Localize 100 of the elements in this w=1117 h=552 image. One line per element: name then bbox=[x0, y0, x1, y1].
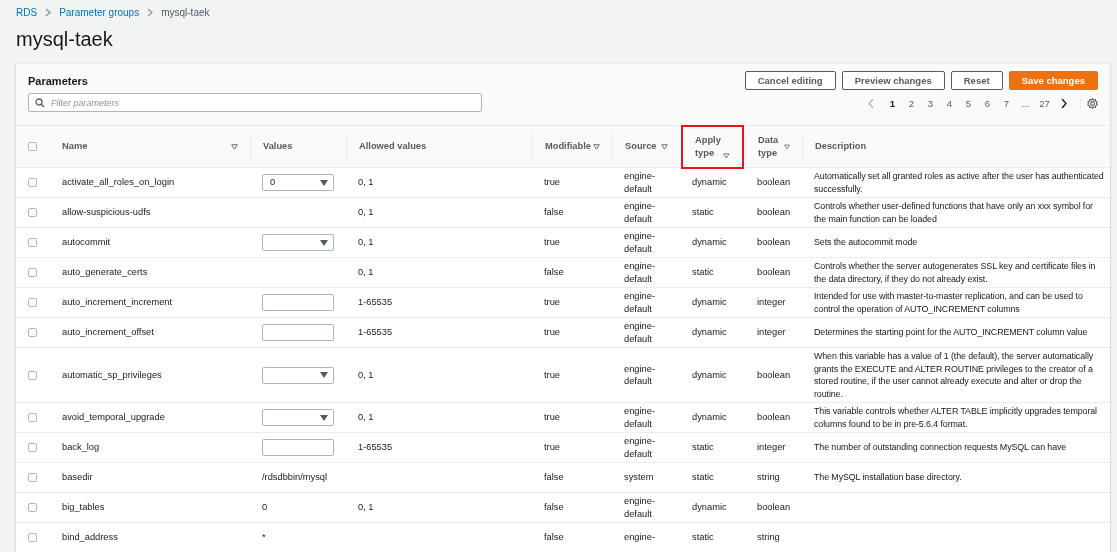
column-header: Allowed values bbox=[346, 131, 532, 162]
row-checkbox[interactable] bbox=[28, 503, 37, 512]
value-dropdown[interactable] bbox=[262, 366, 334, 384]
parameter-value: * bbox=[262, 531, 266, 544]
source-value: engine-default bbox=[624, 435, 656, 460]
parameter-description: Sets the autocommit mode bbox=[814, 236, 918, 249]
parameter-description: Controls whether the server autogenerates SSL key and certificate files in the data directory, if they do not already exist. bbox=[814, 260, 1097, 285]
chevron-left-icon[interactable] bbox=[867, 98, 875, 109]
apply-type: static bbox=[692, 471, 714, 484]
parameter-name: big_tables bbox=[62, 501, 105, 514]
row-checkbox[interactable] bbox=[28, 208, 37, 217]
page-number[interactable]: 27 bbox=[1035, 98, 1054, 109]
sort-icon[interactable] bbox=[661, 143, 668, 150]
data-type: integer bbox=[757, 441, 786, 454]
row-checkbox[interactable] bbox=[28, 370, 37, 380]
action-button[interactable]: Cancel editing bbox=[744, 71, 836, 90]
action-button[interactable]: Reset bbox=[950, 71, 1003, 90]
parameter-description: The MySQL installation base directory. bbox=[814, 471, 962, 484]
data-type: integer bbox=[757, 326, 786, 339]
modifiable-value: false bbox=[544, 206, 564, 219]
value-dropdown[interactable] bbox=[262, 234, 334, 251]
modifiable-value: true bbox=[544, 236, 561, 249]
search-icon bbox=[35, 97, 45, 108]
modifiable-value: false bbox=[544, 531, 564, 544]
sort-icon[interactable] bbox=[783, 143, 790, 150]
row-checkbox[interactable] bbox=[28, 298, 37, 307]
settings-icon[interactable] bbox=[1087, 98, 1098, 109]
page-number[interactable]: 7 bbox=[997, 98, 1016, 109]
value-dropdown[interactable] bbox=[262, 409, 334, 426]
page-number[interactable]: ... bbox=[1016, 98, 1035, 109]
column-header: Description bbox=[802, 131, 1110, 162]
apply-type: static bbox=[692, 531, 714, 544]
data-type: integer bbox=[757, 296, 786, 309]
modifiable-value: true bbox=[544, 326, 561, 339]
row-checkbox[interactable] bbox=[28, 268, 37, 277]
page-number[interactable]: 4 bbox=[940, 98, 959, 109]
row-checkbox[interactable] bbox=[28, 238, 37, 247]
allowed-values: 0, 1 bbox=[358, 501, 374, 514]
data-type: boolean bbox=[757, 368, 791, 382]
parameter-value: 0 bbox=[262, 501, 268, 514]
parameter-description: Automatically set all granted roles as active after the user has authenticated successfully. bbox=[814, 170, 1105, 195]
sort-icon[interactable] bbox=[723, 152, 730, 159]
parameter-description: Controls whether user-defined functions that have only an xxx symbol for the main function can be loaded bbox=[814, 200, 1094, 225]
parameter-description: The number of outstanding connection requests MySQL can have bbox=[814, 441, 1067, 454]
parameter-name: basedir bbox=[62, 471, 93, 484]
page-number[interactable]: 5 bbox=[959, 98, 978, 109]
apply-type: dynamic bbox=[692, 176, 727, 189]
apply-type: dynamic bbox=[692, 501, 727, 514]
allowed-values: 1-65535 bbox=[358, 441, 393, 454]
apply-type: dynamic bbox=[692, 411, 727, 424]
page-number[interactable]: 6 bbox=[978, 98, 997, 109]
modifiable-value: true bbox=[544, 411, 561, 424]
page-title: mysql-taek bbox=[16, 27, 114, 52]
sort-icon[interactable] bbox=[593, 143, 600, 150]
parameter-value: /rdsdbbin/mysql bbox=[262, 471, 328, 484]
page-number[interactable]: 2 bbox=[902, 98, 921, 109]
parameter-name: autocommit bbox=[62, 236, 111, 249]
row-checkbox[interactable] bbox=[28, 443, 37, 452]
parameter-name: back_log bbox=[62, 441, 100, 454]
breadcrumb-link[interactable]: RDS bbox=[16, 6, 38, 18]
page-number[interactable]: 3 bbox=[921, 98, 940, 109]
value-input[interactable] bbox=[262, 324, 334, 341]
value-dropdown[interactable]: 0 bbox=[262, 174, 334, 191]
modifiable-value: false bbox=[544, 471, 564, 484]
parameter-name: bind_address bbox=[62, 531, 118, 544]
modifiable-value: true bbox=[544, 176, 561, 189]
row-checkbox[interactable] bbox=[28, 413, 37, 422]
row-checkbox[interactable] bbox=[28, 533, 37, 542]
filter-input[interactable]: Filter parameters bbox=[51, 97, 475, 108]
allowed-values: 0, 1 bbox=[358, 368, 374, 382]
breadcrumb-current: mysql-taek bbox=[161, 6, 210, 18]
row-checkbox[interactable] bbox=[28, 328, 37, 337]
source-value: engine-default bbox=[624, 405, 656, 430]
chevron-right-icon bbox=[147, 7, 154, 17]
breadcrumb-link[interactable]: Parameter groups bbox=[59, 6, 140, 18]
apply-type: dynamic bbox=[692, 326, 727, 339]
row-checkbox[interactable] bbox=[28, 178, 37, 187]
row-checkbox[interactable] bbox=[28, 473, 37, 482]
allowed-values: 1-65535 bbox=[358, 296, 393, 309]
parameter-name: activate_all_roles_on_login bbox=[62, 176, 175, 189]
select-all-checkbox[interactable] bbox=[28, 142, 37, 151]
data-type: boolean bbox=[757, 176, 791, 189]
data-type: boolean bbox=[757, 266, 791, 279]
data-type: string bbox=[757, 471, 780, 484]
apply-type: dynamic bbox=[692, 296, 727, 309]
page-number[interactable]: 1 bbox=[883, 98, 902, 109]
source-value: engine-default bbox=[624, 362, 656, 388]
apply-type: dynamic bbox=[692, 368, 727, 382]
apply-type: static bbox=[692, 206, 714, 219]
modifiable-value: true bbox=[544, 296, 561, 309]
filter-field[interactable]: Filter parameters bbox=[28, 93, 482, 112]
chevron-right-icon[interactable] bbox=[1060, 98, 1068, 109]
data-type: string bbox=[757, 531, 780, 544]
value-input[interactable] bbox=[262, 439, 334, 456]
sort-icon[interactable] bbox=[231, 143, 238, 150]
allowed-values: 0, 1 bbox=[358, 236, 374, 249]
value-input[interactable] bbox=[262, 294, 334, 311]
action-button[interactable]: Preview changes bbox=[841, 71, 945, 90]
source-value: engine-default bbox=[624, 260, 656, 285]
column-header: Values bbox=[250, 131, 346, 162]
